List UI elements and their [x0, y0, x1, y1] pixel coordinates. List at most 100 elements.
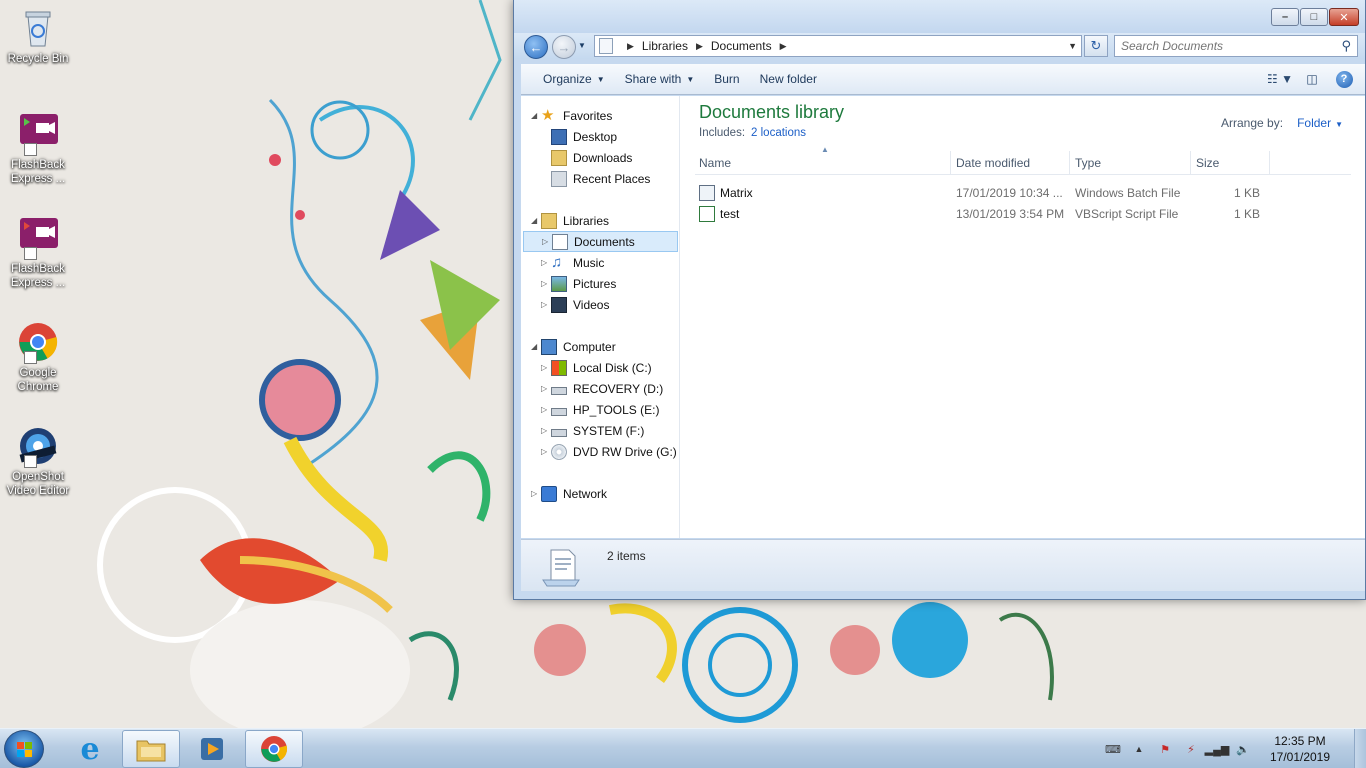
breadcrumb-documents[interactable]: Documents [711, 39, 772, 53]
keyboard-icon[interactable]: ⌨ [1104, 741, 1122, 757]
shortcut-arrow-icon [24, 143, 37, 156]
nav-item-system-f[interactable]: ▷ SYSTEM (F:) [541, 420, 644, 441]
change-view-button[interactable]: ☷ ▼ [1267, 68, 1293, 90]
search-input[interactable] [1121, 39, 1321, 53]
help-button[interactable]: ? [1331, 68, 1357, 90]
burn-button[interactable]: Burn [704, 67, 749, 91]
volume-icon[interactable]: 🔈 [1234, 741, 1252, 757]
expand-arrow-icon[interactable]: ▷ [541, 258, 551, 267]
file-row[interactable]: test 13/01/2019 3:54 PM VBScript Script … [695, 203, 1351, 224]
close-button[interactable]: ✕ [1329, 8, 1359, 26]
nav-item-downloads[interactable]: Downloads [551, 147, 632, 168]
column-type[interactable]: Type [1071, 151, 1191, 175]
nav-item-documents[interactable]: ▷ Documents [523, 231, 678, 252]
documents-library-icon [542, 549, 580, 587]
nav-item-pictures[interactable]: ▷ Pictures [541, 273, 616, 294]
nav-item-hp-tools-e[interactable]: ▷ HP_TOOLS (E:) [541, 399, 659, 420]
expand-arrow-icon[interactable]: ◢ [531, 342, 541, 351]
expand-arrow-icon[interactable]: ▷ [541, 363, 551, 372]
flashback-express-icon [16, 216, 60, 260]
maximize-button[interactable]: □ [1300, 8, 1328, 26]
nav-item-local-disk-c[interactable]: ▷ Local Disk (C:) [541, 357, 652, 378]
expand-arrow-icon[interactable]: ▷ [541, 405, 551, 414]
nav-favorites[interactable]: ◢ ★ Favorites [531, 105, 612, 126]
desktop-icon-recycle-bin[interactable]: Recycle Bin [2, 6, 74, 66]
desktop-icon-chrome[interactable]: Google Chrome [2, 320, 74, 394]
desktop-icon-label: FlashBack Express ... [10, 159, 66, 185]
nav-libraries[interactable]: ◢ Libraries [531, 210, 609, 231]
expand-arrow-icon[interactable]: ▷ [541, 426, 551, 435]
locations-link[interactable]: 2 locations [751, 127, 806, 139]
file-size: 1 KB [1233, 206, 1260, 221]
nav-item-music[interactable]: ▷ ♫ Music [541, 252, 604, 273]
recent-pages-dropdown[interactable]: ▼ [578, 41, 586, 50]
nav-label: HP_TOOLS (E:) [573, 402, 660, 417]
taskbar-internet-explorer[interactable]: e [61, 730, 119, 768]
refresh-button[interactable]: ↻ [1084, 35, 1108, 57]
nav-label: Libraries [563, 213, 610, 228]
preview-pane-button[interactable]: ◫ [1299, 68, 1325, 90]
chevron-right-icon[interactable]: ▶ [780, 41, 787, 52]
desktop-icon-flashback-1[interactable]: FlashBack Express ... [2, 112, 74, 186]
minimize-button[interactable]: – [1271, 8, 1299, 26]
clock[interactable]: 12:35 PM 17/01/2019 [1260, 733, 1340, 765]
column-date-modified[interactable]: Date modified [952, 151, 1070, 175]
chevron-down-icon[interactable]: ▼ [1335, 120, 1343, 129]
nav-item-videos[interactable]: ▷ Videos [541, 294, 609, 315]
expand-arrow-icon[interactable]: ◢ [531, 216, 541, 225]
forward-button[interactable]: → [552, 35, 576, 59]
expand-arrow-icon[interactable]: ▷ [541, 300, 551, 309]
nav-item-recent-places[interactable]: Recent Places [551, 168, 650, 189]
address-bar[interactable]: ▶ Libraries ▶ Documents ▶ ▼ [594, 35, 1082, 57]
expand-arrow-icon[interactable]: ▷ [531, 489, 541, 498]
vbscript-file-icon [699, 205, 715, 222]
media-player-icon [201, 738, 223, 760]
favorites-star-icon: ★ [541, 106, 555, 124]
desktop-icon-openshot[interactable]: OpenShot Video Editor [2, 424, 74, 498]
expand-arrow-icon[interactable]: ▷ [541, 384, 551, 393]
expand-arrow-icon[interactable]: ◢ [531, 111, 541, 120]
nav-label: Documents [574, 234, 635, 249]
show-desktop-button[interactable] [1354, 729, 1366, 768]
file-name: test [720, 206, 740, 221]
column-header: ▲ Name Date modified Type Size [695, 145, 1351, 175]
nav-item-recovery-d[interactable]: ▷ RECOVERY (D:) [541, 378, 663, 399]
share-with-button[interactable]: Share with ▼ [615, 67, 705, 91]
action-center-icon[interactable]: ⚑ [1156, 741, 1174, 757]
search-box[interactable]: ⚲ [1114, 35, 1358, 57]
help-icon: ? [1335, 70, 1353, 88]
address-dropdown-icon[interactable]: ▼ [1068, 41, 1077, 51]
arrange-by-dropdown[interactable]: Folder [1297, 116, 1331, 130]
library-title: Documents library [699, 102, 845, 122]
expand-arrow-icon[interactable]: ▷ [542, 237, 552, 246]
search-icon[interactable]: ⚲ [1341, 38, 1351, 54]
expand-arrow-icon[interactable]: ▷ [541, 279, 551, 288]
taskbar-chrome[interactable] [245, 730, 303, 768]
nav-label: Recent Places [573, 171, 651, 186]
chevron-right-icon[interactable]: ▶ [696, 41, 703, 52]
column-name[interactable]: Name [695, 151, 951, 175]
nav-network[interactable]: ▷ Network [531, 483, 607, 504]
show-hidden-icons-button[interactable]: ▲ [1130, 741, 1148, 757]
network-signal-icon[interactable]: ▂▄▆ [1205, 741, 1230, 757]
chrome-icon [261, 736, 288, 762]
breadcrumb-libraries[interactable]: Libraries [642, 39, 688, 53]
nav-item-desktop[interactable]: Desktop [551, 126, 617, 147]
chevron-right-icon[interactable]: ▶ [627, 41, 634, 52]
power-icon[interactable]: ⚡ [1182, 741, 1200, 757]
expand-arrow-icon[interactable]: ▷ [541, 447, 551, 456]
nav-computer[interactable]: ◢ Computer [531, 336, 616, 357]
organize-button[interactable]: Organize ▼ [533, 67, 615, 91]
file-row[interactable]: Matrix 17/01/2019 10:34 ... Windows Batc… [695, 182, 1351, 203]
new-folder-button[interactable]: New folder [750, 67, 827, 91]
nav-item-dvd-rw-g[interactable]: ▷ DVD RW Drive (G:) G [541, 441, 679, 462]
taskbar-media-player[interactable] [183, 730, 241, 768]
nav-label: Music [573, 255, 605, 270]
desktop-icon-flashback-2[interactable]: FlashBack Express ... [2, 216, 74, 290]
column-size[interactable]: Size [1192, 151, 1270, 175]
taskbar-windows-explorer[interactable] [122, 730, 180, 768]
back-button[interactable]: ← [524, 35, 548, 59]
start-button[interactable] [4, 730, 44, 768]
preview-pane-icon: ◫ [1306, 72, 1318, 86]
title-bar[interactable]: – □ ✕ [514, 0, 1365, 33]
